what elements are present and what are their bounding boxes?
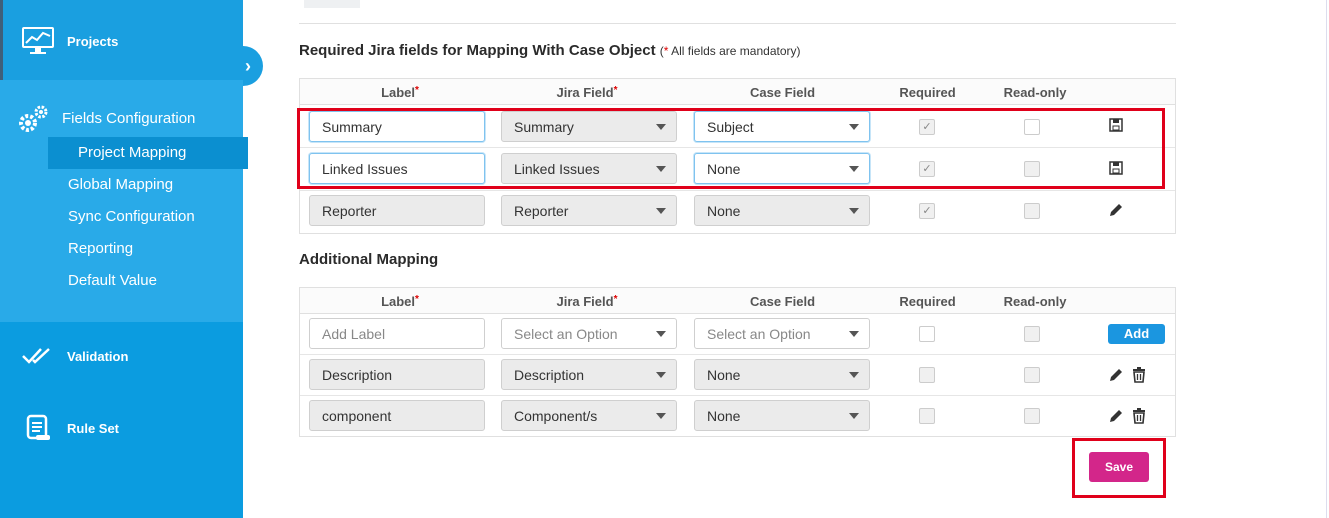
required-checkbox xyxy=(919,367,935,383)
col-required: Required xyxy=(899,85,956,100)
col-read-only: Read-only xyxy=(1003,294,1067,309)
scroll-icon xyxy=(20,412,56,444)
sidebar-projects-block[interactable]: Projects xyxy=(0,0,243,80)
save-button[interactable]: Save xyxy=(1089,452,1149,482)
additional-section-title: Additional Mapping xyxy=(299,251,439,268)
col-case-field: Case Field xyxy=(749,85,816,100)
required-section-title: Required Jira fields for Mapping With Ca… xyxy=(299,42,801,59)
chart-monitor-icon xyxy=(20,25,56,57)
col-jira-field: Jira Field* xyxy=(556,85,618,100)
table-row: Reporter Reporter None ✓ xyxy=(300,191,1175,233)
divider xyxy=(299,23,1176,24)
required-checkbox[interactable] xyxy=(919,326,935,342)
table-row: Description Description None xyxy=(300,355,1175,396)
chevron-down-icon xyxy=(849,208,859,214)
chevron-down-icon xyxy=(849,413,859,419)
case-field-select: None xyxy=(694,195,870,226)
case-field-select: None xyxy=(694,400,870,431)
sidebar: Projects › Fields Configuration Project … xyxy=(0,0,263,518)
jira-field-select: Component/s xyxy=(501,400,677,431)
table-header: Label* Jira Field* Case Field Required R… xyxy=(300,79,1175,105)
chevron-down-icon xyxy=(656,372,666,378)
sidebar-item-validation[interactable]: Validation xyxy=(20,340,128,372)
chevron-down-icon xyxy=(849,372,859,378)
col-case-field: Case Field xyxy=(749,294,816,309)
table-row: component Component/s None xyxy=(300,396,1175,436)
sidebar-item-projects[interactable]: Projects xyxy=(20,25,118,57)
add-button[interactable]: Add xyxy=(1108,324,1165,344)
edit-pencil-icon[interactable] xyxy=(1108,408,1124,427)
trash-icon[interactable] xyxy=(1132,367,1146,386)
sidebar-item-fields-configuration[interactable]: Fields Configuration xyxy=(62,110,195,127)
label-input: Description xyxy=(309,359,485,390)
col-read-only: Read-only xyxy=(1003,85,1067,100)
sidebar-item-default-value[interactable]: Default Value xyxy=(68,272,157,289)
tab-stub[interactable] xyxy=(304,0,360,8)
add-label-input[interactable]: Add Label xyxy=(309,318,485,349)
jira-field-select[interactable]: Select an Option xyxy=(501,318,677,349)
main-content: Required Jira fields for Mapping With Ca… xyxy=(243,0,1329,518)
trash-icon[interactable] xyxy=(1132,408,1146,427)
project-mapping-label: Project Mapping xyxy=(78,144,187,161)
mandatory-note: (* All fields are mandatory) xyxy=(660,44,801,58)
required-checkbox: ✓ xyxy=(919,203,935,219)
case-field-select[interactable]: Select an Option xyxy=(694,318,870,349)
additional-mapping-table: Label* Jira Field* Case Field Required R… xyxy=(299,287,1176,437)
sidebar-item-global-mapping[interactable]: Global Mapping xyxy=(68,176,173,193)
required-title-text: Required Jira fields for Mapping With Ca… xyxy=(299,42,656,59)
table-header: Label* Jira Field* Case Field Required R… xyxy=(300,288,1175,314)
sidebar-item-reporting[interactable]: Reporting xyxy=(68,240,133,257)
chevron-down-icon xyxy=(656,331,666,337)
read-only-checkbox xyxy=(1024,408,1040,424)
col-label: Label* xyxy=(381,85,419,100)
chevron-down-icon xyxy=(656,208,666,214)
sidebar-item-rule-set[interactable]: Rule Set xyxy=(20,412,119,444)
label-input: Reporter xyxy=(309,195,485,226)
col-label: Label* xyxy=(381,294,419,309)
label-input: component xyxy=(309,400,485,431)
projects-label: Projects xyxy=(67,33,119,49)
double-check-icon xyxy=(20,340,56,372)
col-required: Required xyxy=(899,294,956,309)
col-jira-field: Jira Field* xyxy=(556,294,618,309)
sidebar-item-project-mapping[interactable]: Project Mapping xyxy=(48,137,248,169)
mandatory-note-text: All fields are mandatory) xyxy=(668,44,801,58)
jira-field-select: Reporter xyxy=(501,195,677,226)
sidebar-edge xyxy=(0,0,3,80)
rule-set-label: Rule Set xyxy=(67,420,120,436)
new-mapping-row: Add Label Select an Option Select an Opt… xyxy=(300,314,1175,355)
edit-pencil-icon[interactable] xyxy=(1108,367,1124,386)
read-only-checkbox[interactable] xyxy=(1024,326,1040,342)
jira-field-select: Description xyxy=(501,359,677,390)
sidebar-item-sync-configuration[interactable]: Sync Configuration xyxy=(68,208,195,225)
chevron-down-icon xyxy=(656,413,666,419)
divider xyxy=(1326,0,1327,518)
gears-icon xyxy=(16,103,50,135)
edit-pencil-icon[interactable] xyxy=(1108,202,1124,221)
read-only-checkbox xyxy=(1024,203,1040,219)
read-only-checkbox xyxy=(1024,367,1040,383)
validation-label: Validation xyxy=(67,348,129,364)
highlight-box-required-rows xyxy=(297,108,1165,189)
required-checkbox xyxy=(919,408,935,424)
chevron-down-icon xyxy=(849,331,859,337)
case-field-select: None xyxy=(694,359,870,390)
